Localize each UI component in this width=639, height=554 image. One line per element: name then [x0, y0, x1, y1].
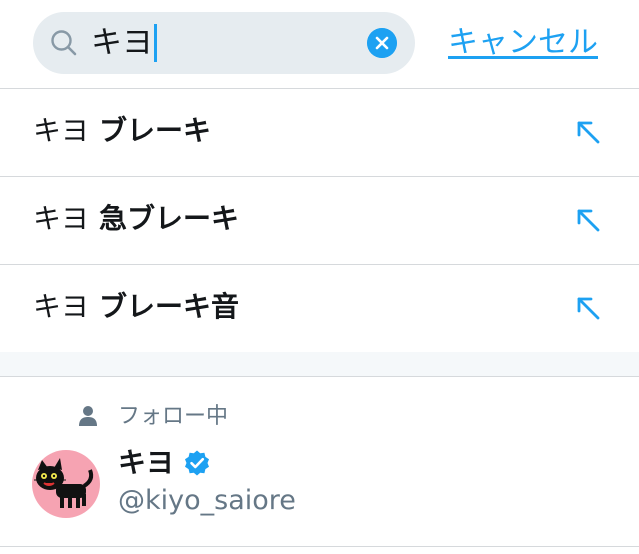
suggestion-text: キヨ 急ブレーキ — [33, 202, 239, 236]
suggestion-row[interactable]: キヨ 急ブレーキ — [0, 176, 639, 265]
suggestion-query-part: キヨ — [33, 290, 90, 323]
suggestion-text: キヨ ブレーキ音 — [33, 290, 239, 324]
user-result-row[interactable]: キヨ @kiyo_saiore — [0, 440, 639, 546]
avatar — [32, 450, 100, 518]
clear-icon[interactable] — [367, 28, 397, 58]
search-field[interactable]: キヨ — [33, 12, 415, 74]
search-input[interactable]: キヨ — [91, 24, 157, 62]
cancel-button[interactable]: キャンセル — [448, 24, 598, 62]
text-caret — [154, 24, 157, 62]
search-query-text: キヨ — [91, 25, 153, 61]
search-header: キヨ キャンセル — [0, 0, 639, 89]
suggestion-text: キヨ ブレーキ — [33, 114, 211, 148]
suggestion-row[interactable]: キヨ ブレーキ — [0, 88, 639, 177]
following-section-label: フォロー中 — [118, 404, 229, 429]
section-separator — [0, 352, 639, 377]
user-handle: @kiyo_saiore — [118, 485, 296, 516]
suggestion-query-part: キヨ — [33, 202, 90, 235]
suggestion-completion: ブレーキ音 — [99, 290, 240, 323]
suggestion-completion: 急ブレーキ — [99, 202, 240, 235]
suggestion-query-part: キヨ — [33, 114, 90, 147]
suggestion-completion: ブレーキ — [99, 114, 212, 147]
divider — [0, 546, 639, 547]
user-display-name: キヨ — [118, 446, 175, 479]
fill-query-arrow-icon[interactable] — [574, 206, 602, 234]
fill-query-arrow-icon[interactable] — [574, 294, 602, 322]
suggestion-row[interactable]: キヨ ブレーキ音 — [0, 264, 639, 353]
cat-avatar-illustration — [34, 458, 94, 508]
fill-query-arrow-icon[interactable] — [574, 118, 602, 146]
person-icon — [79, 406, 97, 426]
verified-badge-icon — [185, 450, 209, 476]
search-icon — [51, 30, 77, 56]
